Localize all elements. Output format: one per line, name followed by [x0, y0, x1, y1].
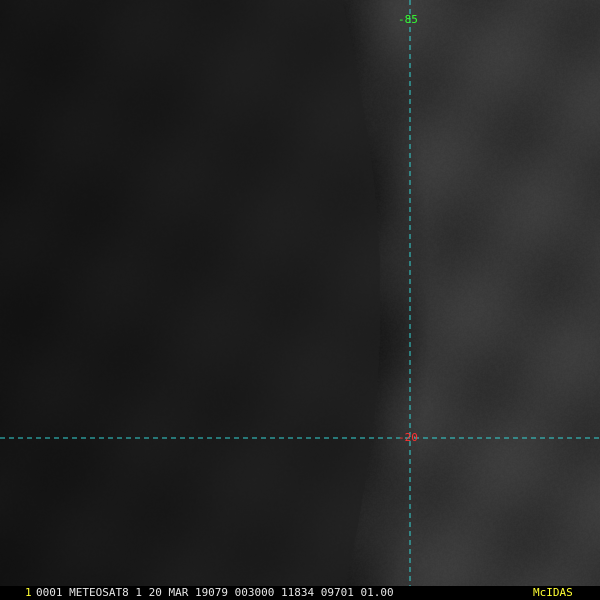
- image-viewer[interactable]: -85 -20: [0, 0, 600, 600]
- latitude-label: -20: [398, 431, 418, 444]
- longitude-label: -85: [398, 13, 418, 26]
- lat-lon-grid: [0, 0, 600, 586]
- mcidas-brand: McIDAS: [533, 586, 573, 599]
- status-bar: 1 0001 METEOSAT8 1 20 MAR 19079 003000 1…: [0, 586, 600, 600]
- image-info: 0001 METEOSAT8 1 20 MAR 19079 003000 118…: [36, 586, 394, 599]
- frame-number: 1: [25, 586, 32, 599]
